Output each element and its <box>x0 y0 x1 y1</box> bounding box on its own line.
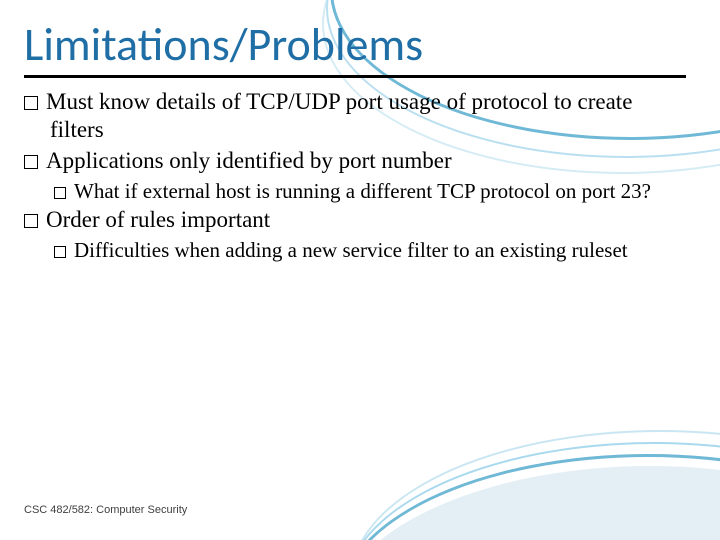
square-bullet-icon <box>54 187 66 199</box>
slide-body: Must know details of TCP/UDP port usage … <box>24 88 686 264</box>
square-bullet-icon <box>54 246 66 258</box>
bullet-text: Applications only identified by port num… <box>46 148 452 173</box>
slide-title: Limitations/Problems <box>24 20 686 71</box>
square-bullet-icon <box>24 96 38 110</box>
bullet-text: Order of rules important <box>46 207 270 232</box>
sub-bullet-item: What if external host is running a diffe… <box>54 178 686 204</box>
square-bullet-icon <box>24 155 38 169</box>
bullet-item: Order of rules important <box>24 206 686 235</box>
sub-bullet-item: Difficulties when adding a new service f… <box>54 237 686 263</box>
bullet-text: What if external host is running a diffe… <box>74 179 651 203</box>
square-bullet-icon <box>24 214 38 228</box>
bullet-item: Applications only identified by port num… <box>24 147 686 176</box>
bullet-text: Difficulties when adding a new service f… <box>74 238 628 262</box>
bullet-text: Must know details of TCP/UDP port usage … <box>46 89 632 143</box>
title-underline <box>24 75 686 78</box>
slide-footer: CSC 482/582: Computer Security <box>24 504 187 516</box>
bullet-item: Must know details of TCP/UDP port usage … <box>24 88 686 146</box>
slide: Limitations/Problems Must know details o… <box>0 0 720 540</box>
